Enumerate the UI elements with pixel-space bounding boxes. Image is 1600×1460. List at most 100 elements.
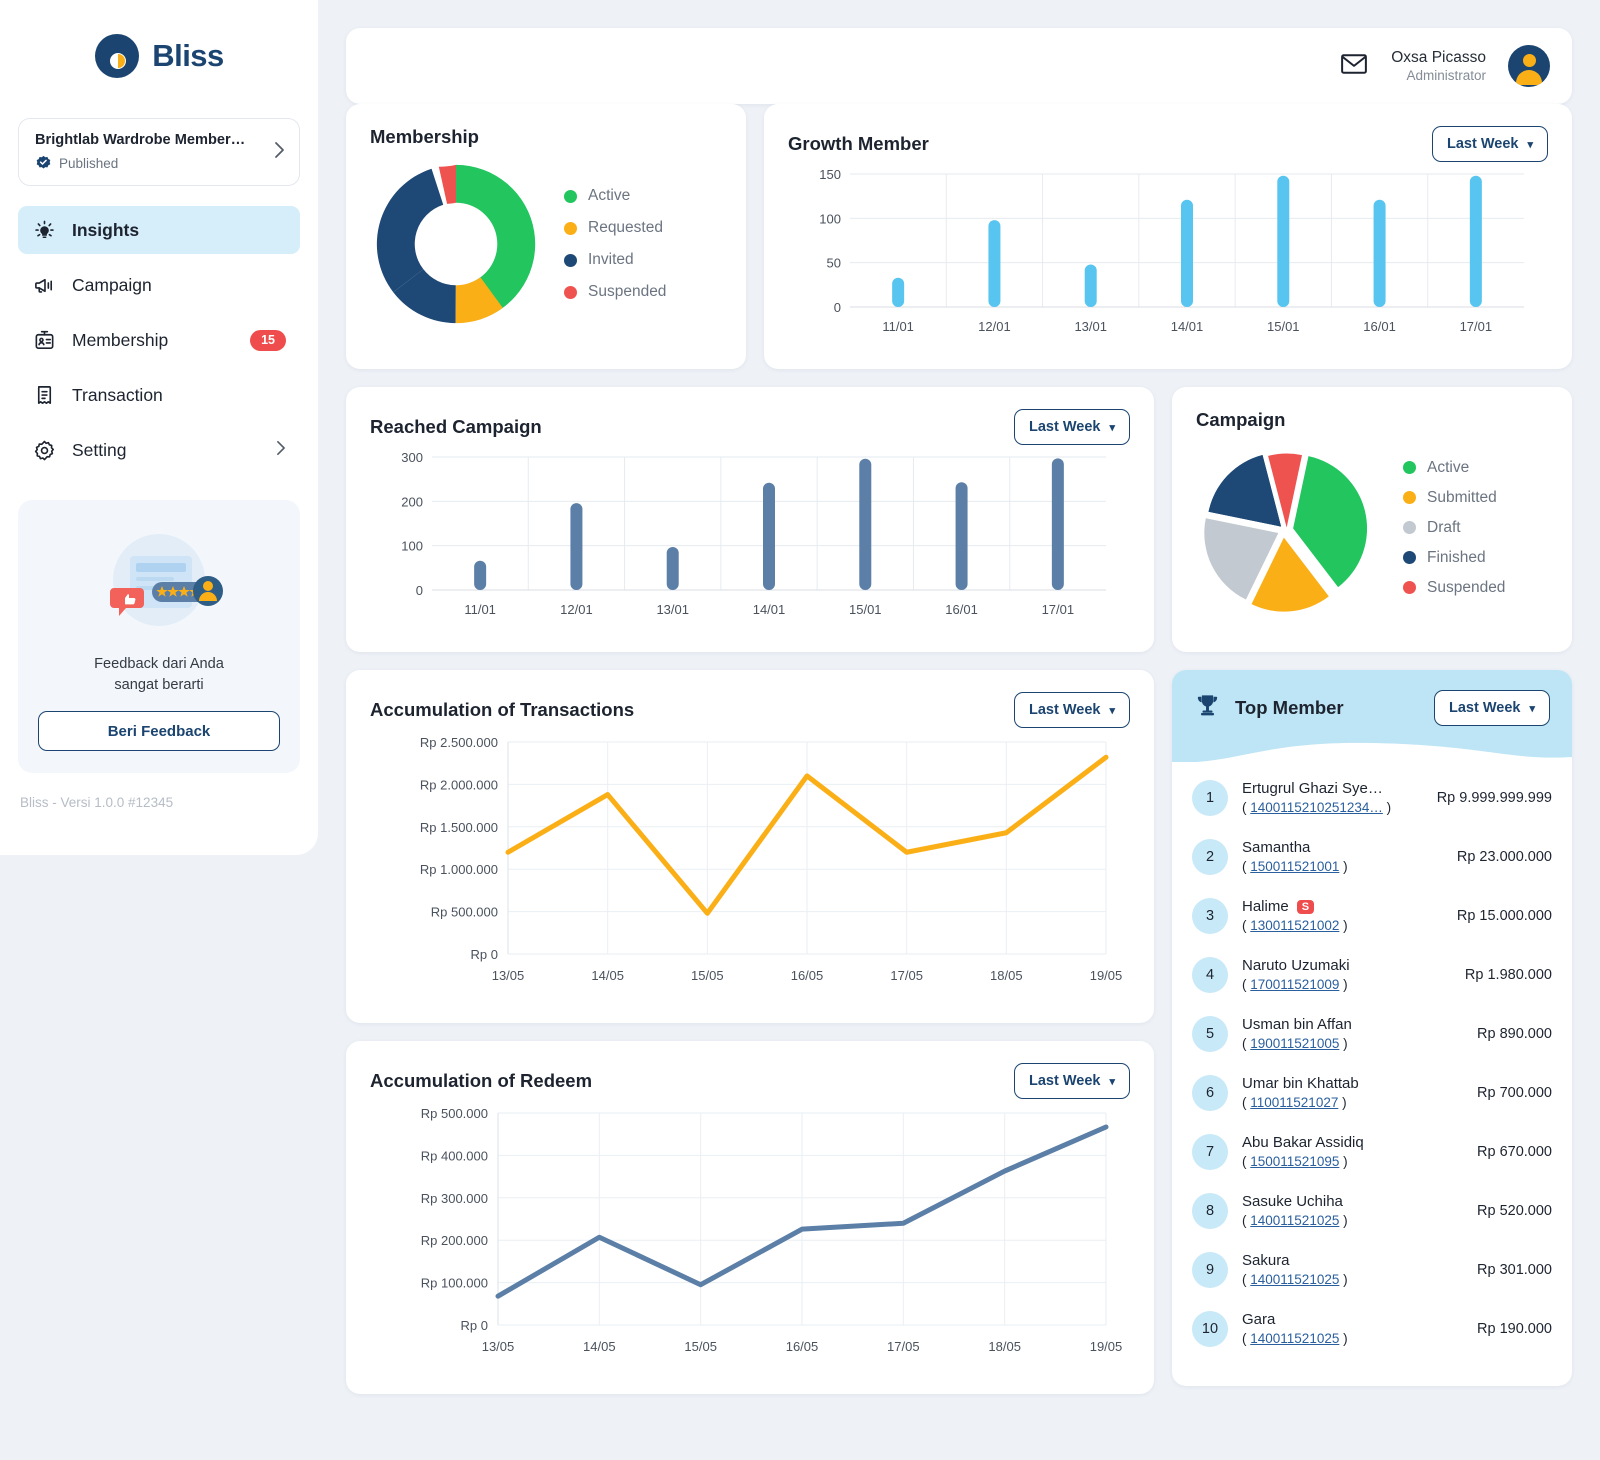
dropdown-label: Last Week	[1449, 700, 1521, 716]
app-version-label: Bliss - Versi 1.0.0 #12345	[20, 795, 174, 811]
member-id[interactable]: ( 110011521027 )	[1242, 1095, 1463, 1110]
svg-text:15/05: 15/05	[684, 1339, 717, 1354]
member-amount: Rp 520.000	[1477, 1202, 1552, 1219]
member-id[interactable]: ( 130011521002 )	[1242, 918, 1443, 933]
legend-swatch	[1403, 581, 1416, 594]
top-member-row[interactable]: 4 Naruto Uzumaki ( 170011521009 ) Rp 1.980.…	[1192, 945, 1552, 1004]
member-rank: 9	[1192, 1251, 1228, 1288]
svg-text:16/05: 16/05	[786, 1339, 819, 1354]
member-id[interactable]: ( 150011521001 )	[1242, 859, 1443, 874]
top-member-row[interactable]: 5 Usman bin Affan ( 190011521005 ) Rp 890.0…	[1192, 1004, 1552, 1063]
sidebar-item-label: Insights	[72, 219, 140, 240]
member-id[interactable]: ( 1400115210251234… )	[1242, 800, 1423, 815]
top-member-row[interactable]: 3 Halime S ( 130011521002 ) Rp 15.000.000	[1192, 886, 1552, 945]
member-info: Usman bin Affan ( 190011521005 )	[1242, 1016, 1463, 1051]
member-rank: 8	[1192, 1192, 1228, 1229]
sidebar-item-transaction[interactable]: Transaction	[18, 371, 300, 419]
svg-text:17/05: 17/05	[887, 1339, 920, 1354]
top-member-row[interactable]: 1 Ertugrul Ghazi Sye… ( 1400115210251234… …	[1192, 768, 1552, 827]
redeem-line-chart: Rp 0 Rp 100.000 Rp 200.000 Rp 300.000 Rp 400…	[421, 1106, 1123, 1354]
sidebar-item-setting[interactable]: Setting	[18, 426, 300, 474]
growth-member-card: Growth Member Last Week ▾ 0 50 100 150 11/01…	[764, 104, 1572, 369]
legend-swatch	[564, 189, 577, 203]
legend-label: Requested	[588, 219, 663, 236]
brand-logo[interactable]: Bliss	[18, 0, 300, 112]
sidebar-item-membership[interactable]: Membership 15	[18, 316, 300, 364]
project-selector[interactable]: Brightlab Wardrobe Member… Published	[18, 118, 300, 186]
sidebar-nav: Insights Campaign Membership 15 Transact…	[18, 206, 300, 474]
top-member-row[interactable]: 2 Samantha ( 150011521001 ) Rp 23.000.000	[1192, 827, 1552, 886]
campaign-pie-chart	[1204, 453, 1368, 612]
legend-swatch	[1403, 461, 1416, 474]
member-info: Samantha ( 150011521001 )	[1242, 839, 1443, 874]
user-name: Oxsa Picasso	[1391, 48, 1486, 66]
redeem-card: Accumulation of Redeem Last Week ▾ Rp 0R…	[346, 1041, 1154, 1394]
top-header-bar: Oxsa Picasso Administrator	[346, 28, 1572, 104]
legend-label: Submitted	[1427, 488, 1497, 506]
redeem-period-dropdown[interactable]: Last Week ▾	[1014, 1063, 1130, 1099]
member-id[interactable]: ( 170011521009 )	[1242, 977, 1451, 992]
reached-campaign-title: Reached Campaign	[370, 416, 542, 437]
feedback-text-line2: sangat berarti	[114, 676, 204, 693]
member-id[interactable]: ( 190011521005 )	[1242, 1036, 1463, 1051]
top-member-card: Top Member Last Week ▾ 1 Ertugrul Ghazi S…	[1172, 670, 1572, 1386]
member-rank: 2	[1192, 838, 1228, 875]
top-member-list: 1 Ertugrul Ghazi Sye… ( 1400115210251234… …	[1172, 762, 1572, 1358]
member-amount: Rp 15.000.000	[1456, 907, 1552, 924]
sidebar-item-insights[interactable]: Insights	[18, 206, 300, 254]
member-info: Sasuke Uchiha ( 140011521025 )	[1242, 1193, 1463, 1228]
sidebar-item-label: Membership	[72, 329, 169, 350]
reached-period-dropdown[interactable]: Last Week ▾	[1014, 409, 1130, 445]
member-rank: 3	[1192, 897, 1228, 934]
member-id[interactable]: ( 150011521095 )	[1242, 1154, 1463, 1169]
legend-label: Finished	[1427, 548, 1486, 566]
chevron-right-icon[interactable]	[274, 141, 285, 163]
svg-text:Rp 2.000.000: Rp 2.000.000	[420, 777, 498, 792]
give-feedback-button[interactable]: Beri Feedback	[38, 711, 280, 752]
svg-text:14/01: 14/01	[753, 602, 786, 617]
legend-item: Submitted	[1403, 489, 1505, 507]
member-amount: Rp 301.000	[1477, 1261, 1552, 1278]
top-member-row[interactable]: 8 Sasuke Uchiha ( 140011521025 ) Rp 520.000	[1192, 1181, 1552, 1240]
top-member-row[interactable]: 7 Abu Bakar Assidiq ( 150011521095 ) Rp 670…	[1192, 1122, 1552, 1181]
receipt-icon	[32, 383, 56, 407]
svg-text:300: 300	[401, 450, 423, 465]
transactions-period-dropdown[interactable]: Last Week ▾	[1014, 692, 1130, 728]
legend-item: Requested	[564, 219, 666, 237]
member-id[interactable]: ( 140011521025 )	[1242, 1331, 1463, 1346]
member-info: Halime S ( 130011521002 )	[1242, 898, 1443, 933]
top-member-row[interactable]: 9 Sakura ( 140011521025 ) Rp 301.000	[1192, 1240, 1552, 1299]
growth-period-dropdown[interactable]: Last Week ▾	[1432, 126, 1548, 162]
svg-text:Rp 2.500.000: Rp 2.500.000	[420, 735, 498, 750]
svg-text:15/05: 15/05	[691, 968, 724, 983]
legend-swatch	[1403, 521, 1416, 534]
svg-text:13/01: 13/01	[1074, 319, 1107, 334]
member-info: Gara ( 140011521025 )	[1242, 1311, 1463, 1346]
top-member-row[interactable]: 6 Umar bin Khattab ( 110011521027 ) Rp 700.…	[1192, 1063, 1552, 1122]
member-id[interactable]: ( 140011521025 )	[1242, 1272, 1463, 1287]
sidebar-item-campaign[interactable]: Campaign	[18, 261, 300, 309]
membership-count-badge: 15	[250, 329, 286, 351]
svg-text:17/01: 17/01	[1042, 602, 1075, 617]
transactions-line-chart: Rp 0 Rp 500.000 Rp 1.000.000 Rp 1.500.000 Rp…	[420, 735, 1122, 983]
chevron-right-icon[interactable]	[276, 440, 286, 460]
member-name: Umar bin Khattab	[1242, 1075, 1359, 1092]
member-id[interactable]: ( 140011521025 )	[1242, 1213, 1463, 1228]
mail-icon[interactable]	[1339, 49, 1369, 84]
legend-item: Active	[1403, 459, 1505, 477]
svg-text:11/01: 11/01	[882, 319, 914, 334]
campaign-title: Campaign	[1196, 409, 1286, 430]
avatar[interactable]	[1508, 45, 1550, 87]
id-card-icon	[32, 328, 56, 352]
charts-row-1: Membership Active Requested Invited Susp…	[346, 104, 1572, 369]
feedback-card: Feedback dari Anda sangat berarti Beri F…	[18, 500, 300, 774]
feedback-text-line1: Feedback dari Anda	[94, 656, 224, 672]
user-info[interactable]: Oxsa Picasso Administrator	[1391, 48, 1486, 85]
member-amount: Rp 190.000	[1477, 1320, 1552, 1337]
top-member-period-dropdown[interactable]: Last Week ▾	[1434, 690, 1550, 726]
top-member-row[interactable]: 10 Gara ( 140011521025 ) Rp 190.000	[1192, 1299, 1552, 1358]
legend-item: Active	[564, 187, 666, 205]
svg-text:13/01: 13/01	[656, 602, 689, 617]
legend-label: Draft	[1427, 518, 1461, 536]
dropdown-label: Last Week	[1029, 702, 1101, 718]
